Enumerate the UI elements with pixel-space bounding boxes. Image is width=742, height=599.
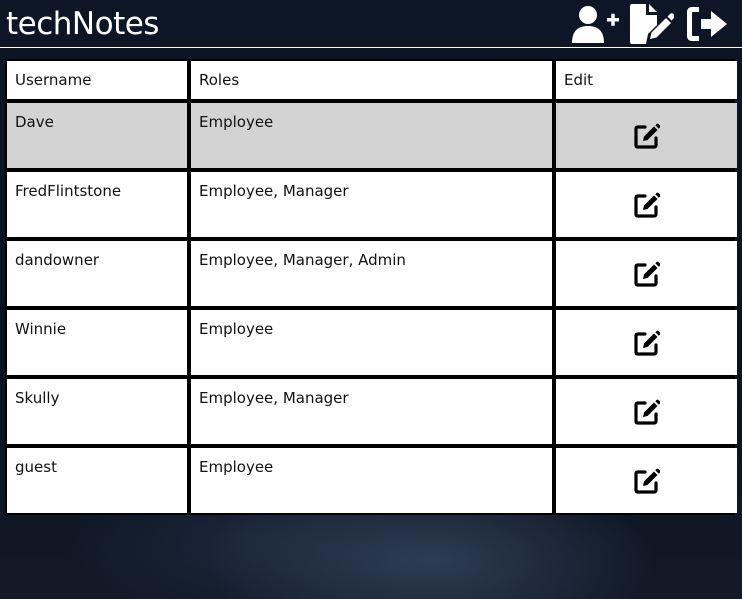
column-header-edit: Edit <box>556 61 737 99</box>
app-header: techNotes <box>0 0 742 48</box>
edit-icon <box>633 192 660 218</box>
edit-user-button[interactable] <box>627 461 667 501</box>
edit-icon <box>633 261 660 287</box>
new-note-button[interactable] <box>626 3 676 45</box>
column-header-username: Username <box>7 61 187 99</box>
table-row-roles: Employee <box>191 448 552 513</box>
table-row-username: FredFlintstone <box>7 172 187 237</box>
edit-icon <box>633 123 660 149</box>
logout-button[interactable] <box>682 3 732 45</box>
table-row-username: Skully <box>7 379 187 444</box>
column-header-roles: Roles <box>191 61 552 99</box>
logout-icon <box>687 7 727 41</box>
new-note-icon <box>630 4 674 44</box>
table-row-edit-cell <box>556 241 737 306</box>
table-row-edit-cell <box>556 448 737 513</box>
table-row-username: guest <box>7 448 187 513</box>
add-user-button[interactable] <box>570 3 620 45</box>
edit-user-button[interactable] <box>627 392 667 432</box>
table-row-roles: Employee <box>191 310 552 375</box>
header-actions <box>570 3 732 45</box>
edit-icon <box>633 399 660 425</box>
users-table: Username Roles Edit Dave Employee FredFl… <box>5 59 737 515</box>
table-row-roles: Employee <box>191 103 552 168</box>
table-row-roles: Employee, Manager, Admin <box>191 241 552 306</box>
table-row-edit-cell <box>556 103 737 168</box>
table-row-username: dandowner <box>7 241 187 306</box>
table-row-roles: Employee, Manager <box>191 379 552 444</box>
edit-user-button[interactable] <box>627 116 667 156</box>
table-row-roles: Employee, Manager <box>191 172 552 237</box>
edit-icon <box>633 468 660 494</box>
table-row-username: Dave <box>7 103 187 168</box>
edit-user-button[interactable] <box>627 185 667 225</box>
table-row-edit-cell <box>556 310 737 375</box>
app-title[interactable]: techNotes <box>6 4 159 44</box>
add-user-icon <box>572 6 619 43</box>
edit-icon <box>633 330 660 356</box>
table-row-edit-cell <box>556 379 737 444</box>
table-row-edit-cell <box>556 172 737 237</box>
table-row-username: Winnie <box>7 310 187 375</box>
edit-user-button[interactable] <box>627 254 667 294</box>
edit-user-button[interactable] <box>627 323 667 363</box>
